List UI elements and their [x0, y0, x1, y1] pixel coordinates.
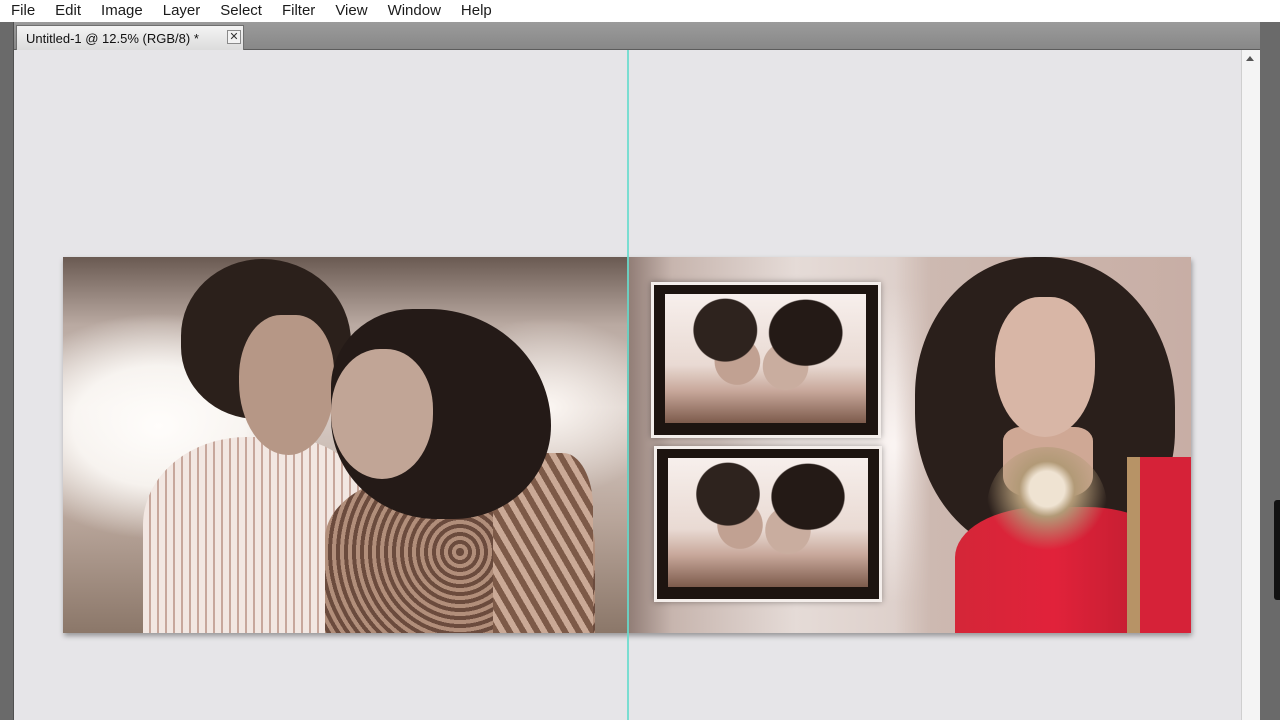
chevron-up-icon[interactable]	[1246, 56, 1254, 61]
right-page	[627, 257, 1191, 633]
menu-help[interactable]: Help	[451, 1, 502, 21]
right-panel-rail	[1260, 22, 1280, 720]
frame-top-photo	[665, 294, 866, 423]
vertical-ruler-guide[interactable]	[627, 50, 629, 720]
menu-select[interactable]: Select	[210, 1, 272, 21]
document-tab[interactable]: Untitled-1 @ 12.5% (RGB/8) * ✕	[16, 25, 244, 50]
portrait-dupatta	[1127, 457, 1191, 633]
document-tab-title: Untitled-1 @ 12.5% (RGB/8) *	[26, 30, 199, 46]
portrait-necklace	[987, 447, 1107, 567]
portrait-face	[995, 297, 1095, 437]
photo-woman-face	[331, 349, 433, 479]
menu-filter[interactable]: Filter	[272, 1, 325, 21]
document-tab-strip: Untitled-1 @ 12.5% (RGB/8) * ✕	[14, 22, 1260, 50]
menu-image[interactable]: Image	[91, 1, 153, 21]
panel-collapse-handle[interactable]	[1274, 500, 1280, 600]
menu-file[interactable]: File	[0, 1, 45, 21]
close-icon[interactable]: ✕	[227, 30, 241, 44]
menu-view[interactable]: View	[325, 1, 377, 21]
vertical-scrollbar[interactable]	[1241, 50, 1260, 720]
left-page-couple-photo	[63, 257, 627, 633]
menu-edit[interactable]: Edit	[45, 1, 91, 21]
frame-bottom-photo	[668, 458, 868, 587]
menu-layer[interactable]: Layer	[153, 1, 211, 21]
menu-bar: File Edit Image Layer Select Filter View…	[0, 0, 1280, 22]
bride-portrait	[895, 257, 1191, 633]
menu-window[interactable]: Window	[378, 1, 451, 21]
photo-frame-top	[651, 282, 881, 438]
photo-man-face	[239, 315, 334, 455]
left-panel-rail	[0, 22, 14, 720]
photo-frame-bottom	[654, 446, 882, 602]
